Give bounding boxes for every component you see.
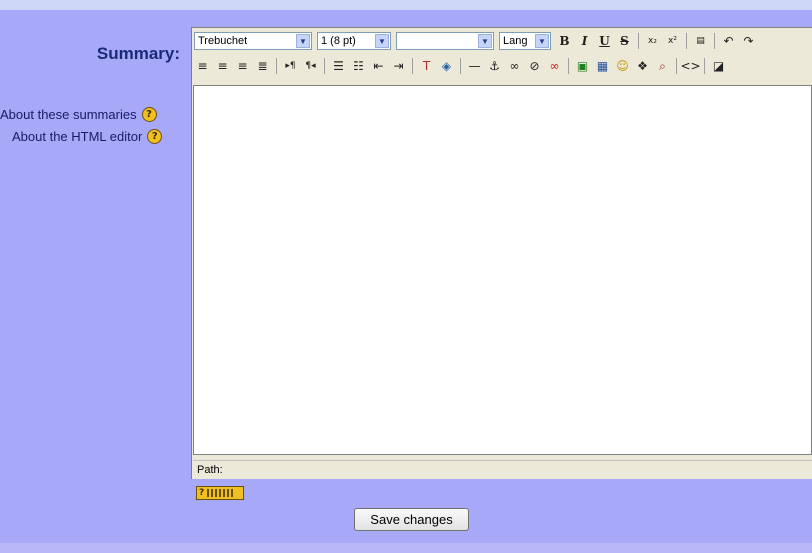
smiley-icon[interactable]: ☺ [614, 57, 631, 75]
font-size-value: 1 (8 pt) [321, 35, 356, 47]
keyboard-icon [207, 489, 234, 497]
insert-image-icon[interactable]: ▣ [574, 57, 591, 75]
help-link-label[interactable]: About the HTML editor [12, 129, 142, 144]
html-source-icon[interactable]: <> [680, 57, 700, 75]
subscript-icon[interactable]: x₂ [644, 32, 661, 50]
editor-path-bar: Path: [193, 460, 812, 478]
undo-icon[interactable]: ↶ [720, 32, 737, 50]
special-char-icon[interactable]: ❖ [634, 57, 651, 75]
help-question-icon[interactable]: ? [147, 129, 163, 144]
font-family-value: Trebuchet [198, 35, 248, 47]
paragraph-style-select[interactable]: ▼ [396, 32, 494, 50]
strikethrough-icon[interactable]: S [616, 32, 633, 50]
toolbar-separator [714, 33, 715, 49]
superscript-icon[interactable]: x² [664, 32, 681, 50]
italic-icon[interactable]: I [576, 32, 593, 50]
toolbar-row-2: ≡ ≡ ≡ ≣ ▸¶ ¶◂ ☰ ☷ ⇤ ⇥ T ◈ — ⚓ ∞ ⊘ ∞ ▣ ▦ … [194, 55, 730, 77]
nolink-icon[interactable]: ∞ [546, 57, 563, 75]
justify-icon[interactable]: ≣ [254, 57, 271, 75]
help-link-about-html-editor[interactable]: About the HTML editor ? [12, 129, 163, 144]
chevron-down-icon[interactable]: ▼ [478, 34, 492, 48]
redo-icon[interactable]: ↷ [740, 32, 757, 50]
toolbar-separator [460, 58, 461, 74]
toolbar-row-1: Trebuchet ▼ 1 (8 pt) ▼ ▼ Lang ▼ B I U S … [194, 30, 760, 52]
chevron-down-icon[interactable]: ▼ [296, 34, 310, 48]
unordered-list-icon[interactable]: ☷ [350, 57, 367, 75]
indent-icon[interactable]: ⇥ [390, 57, 407, 75]
insert-table-icon[interactable]: ▦ [594, 57, 611, 75]
toolbar-separator [704, 58, 705, 74]
chevron-down-icon[interactable]: ▼ [535, 34, 549, 48]
top-band [0, 0, 812, 10]
language-value: Lang [503, 35, 528, 47]
editor-content-area[interactable] [193, 85, 812, 455]
toolbar-separator [324, 58, 325, 74]
align-center-icon[interactable]: ≡ [214, 57, 231, 75]
bold-icon[interactable]: B [556, 32, 573, 50]
anchor-icon[interactable]: ⚓ [486, 57, 503, 75]
ltr-icon[interactable]: ▸¶ [282, 57, 299, 75]
text-color-icon[interactable]: T [418, 57, 435, 75]
background-color-icon[interactable]: ◈ [438, 57, 455, 75]
align-right-icon[interactable]: ≡ [234, 57, 251, 75]
fullscreen-icon[interactable]: ◪ [710, 57, 727, 75]
outdent-icon[interactable]: ⇤ [370, 57, 387, 75]
path-label: Path: [197, 463, 223, 476]
toolbar-separator [676, 58, 677, 74]
keyboard-help-icon[interactable]: ? [196, 486, 244, 500]
summary-label: Summary: [96, 44, 180, 63]
font-family-select[interactable]: Trebuchet ▼ [194, 32, 312, 50]
unlink-icon[interactable]: ⊘ [526, 57, 543, 75]
font-size-select[interactable]: 1 (8 pt) ▼ [317, 32, 391, 50]
toolbar-separator [568, 58, 569, 74]
help-question-icon[interactable]: ? [141, 107, 157, 122]
chevron-down-icon[interactable]: ▼ [375, 34, 389, 48]
bottom-band [0, 543, 812, 553]
help-link-about-summaries[interactable]: About these summaries ? [0, 107, 157, 122]
html-editor: Trebuchet ▼ 1 (8 pt) ▼ ▼ Lang ▼ B I U S … [191, 27, 812, 479]
align-left-icon[interactable]: ≡ [194, 57, 211, 75]
toolbar-separator [638, 33, 639, 49]
link-icon[interactable]: ∞ [506, 57, 523, 75]
search-replace-icon[interactable]: ⌕ [654, 57, 671, 75]
rtl-icon[interactable]: ¶◂ [302, 57, 319, 75]
toolbar-separator [276, 58, 277, 74]
language-select[interactable]: Lang ▼ [499, 32, 551, 50]
help-question-icon: ? [199, 488, 205, 498]
toolbar-separator [412, 58, 413, 74]
toolbar-separator [686, 33, 687, 49]
help-link-label[interactable]: About these summaries [0, 107, 137, 122]
horizontal-rule-icon[interactable]: — [466, 57, 483, 75]
ordered-list-icon[interactable]: ☰ [330, 57, 347, 75]
clean-word-icon[interactable]: ▤ [692, 32, 709, 50]
save-changes-button[interactable]: Save changes [354, 508, 469, 531]
underline-icon[interactable]: U [596, 32, 613, 50]
